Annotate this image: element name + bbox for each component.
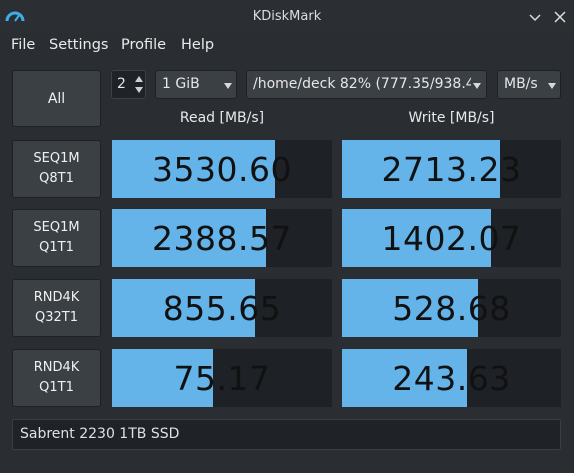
read-column-header: Read [MB/s] [179, 110, 265, 126]
write-column-header: Write [MB/s] [408, 110, 495, 126]
window-title: KDiskMark [252, 9, 322, 24]
test-name: RND4K [33, 360, 80, 375]
write-value: 528.68 [392, 289, 511, 328]
unit-value: MB/s [504, 76, 538, 92]
title-bar: KDiskMark [0, 0, 574, 33]
runs-spinbox[interactable]: 2 [111, 70, 146, 99]
menu-file[interactable]: File [11, 35, 35, 55]
write-value: 1402.07 [381, 219, 522, 258]
spin-up-icon[interactable] [134, 74, 144, 83]
chevron-down-icon [548, 83, 556, 89]
read-value: 855.65 [162, 289, 282, 328]
menu-help[interactable]: Help [181, 35, 214, 55]
chevron-down-icon [224, 83, 232, 89]
test-name: RND4K [33, 290, 80, 305]
test-params: Q1T1 [39, 380, 74, 395]
test-params: Q8T1 [39, 171, 74, 186]
read-result-seq1m-q8t1: 3530.60 [112, 140, 332, 198]
spin-down-icon[interactable] [134, 86, 144, 95]
read-result-rnd4k-q32t1: 855.65 [112, 279, 332, 337]
write-result-rnd4k-q1t1: 243.63 [342, 349, 561, 407]
run-all-button[interactable]: All [12, 70, 101, 127]
write-result-rnd4k-q32t1: 528.68 [342, 279, 561, 337]
comment-text: Sabrent 2230 1TB SSD [20, 426, 180, 442]
runs-value: 2 [117, 76, 126, 92]
test-button-seq1m-q8t1[interactable]: SEQ1M Q8T1 [12, 140, 101, 198]
test-name: SEQ1M [33, 220, 80, 235]
size-select[interactable]: 1 GiB [155, 70, 237, 99]
target-path-value: /home/deck 82% (777.35/938.4 [253, 76, 471, 92]
test-button-rnd4k-q32t1[interactable]: RND4K Q32T1 [12, 279, 101, 337]
menu-settings[interactable]: Settings [49, 35, 108, 55]
write-result-seq1m-q1t1: 1402.07 [342, 209, 561, 267]
write-result-seq1m-q8t1: 2713.23 [342, 140, 561, 198]
write-value: 243.63 [392, 359, 511, 398]
read-value: 3530.60 [152, 150, 292, 189]
close-icon[interactable] [553, 10, 567, 24]
test-button-seq1m-q1t1[interactable]: SEQ1M Q1T1 [12, 209, 101, 267]
unit-select[interactable]: MB/s [497, 70, 561, 99]
test-params: Q1T1 [39, 240, 74, 255]
chevron-down-icon [473, 83, 481, 89]
test-name: SEQ1M [33, 151, 80, 166]
target-path-select[interactable]: /home/deck 82% (777.35/938.4 [246, 70, 487, 99]
size-value: 1 GiB [162, 76, 200, 92]
menu-profile[interactable]: Profile [121, 35, 166, 55]
minimize-chevron-icon[interactable] [528, 10, 542, 24]
read-value: 75.17 [173, 359, 271, 398]
menu-bar: File Settings Profile Help [0, 33, 574, 58]
read-result-seq1m-q1t1: 2388.57 [112, 209, 332, 267]
comment-field[interactable]: Sabrent 2230 1TB SSD [12, 419, 561, 450]
test-params: Q32T1 [34, 310, 78, 325]
read-value: 2388.57 [152, 219, 292, 258]
write-value: 2713.23 [381, 150, 522, 189]
read-result-rnd4k-q1t1: 75.17 [112, 349, 332, 407]
test-button-rnd4k-q1t1[interactable]: RND4K Q1T1 [12, 349, 101, 407]
